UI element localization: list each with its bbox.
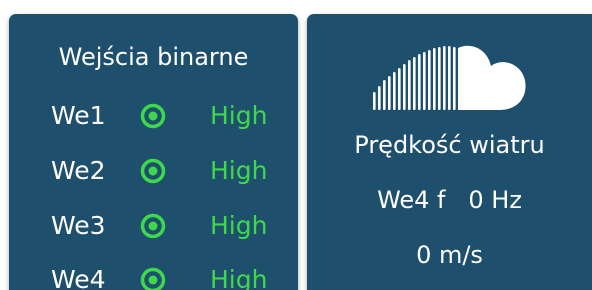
status-led-icon — [140, 158, 166, 184]
input-state: High — [210, 101, 268, 130]
binary-inputs-panel: Wejścia binarne We1 High We2 High We3 Hi — [9, 14, 298, 290]
binary-input-row-we2: We2 High — [51, 151, 291, 191]
binary-inputs-title: Wejścia binarne — [58, 43, 249, 71]
binary-input-row-we1: We1 High — [51, 96, 291, 136]
binary-input-row-we4: We4 High — [51, 260, 291, 290]
input-state: High — [210, 156, 268, 185]
input-label: We1 — [51, 101, 106, 130]
wind-speed-readout: 0 m/s — [416, 241, 483, 269]
wind-frequency-readout: We4 f 0 Hz — [377, 186, 522, 214]
status-led-icon — [140, 267, 166, 290]
input-state: High — [210, 211, 268, 240]
status-led-icon — [140, 213, 166, 239]
wind-speed-title: Prędkość wiatru — [354, 131, 545, 159]
dashboard: Wejścia binarne We1 High We2 High We3 Hi — [0, 0, 592, 290]
input-label: We2 — [51, 156, 106, 185]
soundcloud-cloud-icon — [373, 45, 526, 110]
binary-input-row-we3: We3 High — [51, 206, 291, 246]
wind-speed-panel: Prędkość wiatru We4 f 0 Hz 0 m/s — [307, 14, 592, 290]
status-led-icon — [140, 103, 166, 129]
input-state: High — [210, 265, 268, 290]
input-label: We3 — [51, 211, 106, 240]
input-label: We4 — [51, 265, 106, 290]
